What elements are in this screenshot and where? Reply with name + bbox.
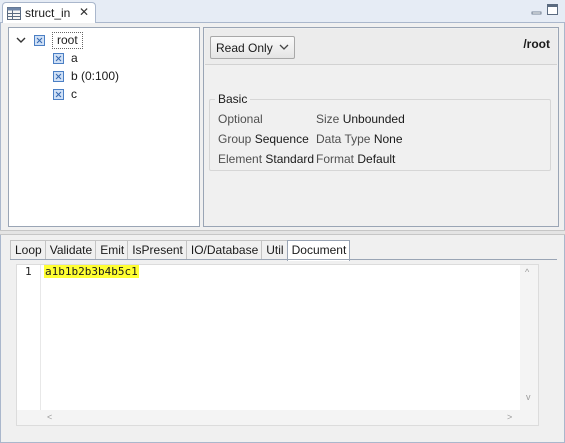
- tab-underline: [10, 259, 557, 260]
- editor-tab-struct-in[interactable]: struct_in ✕: [2, 2, 96, 24]
- bottom-tab-bar: Loop Validate Emit IsPresent IO/Database…: [10, 240, 351, 261]
- code-line-highlighted[interactable]: a1b1b2b3b4b5c1: [44, 265, 139, 278]
- property-row: Group Sequence Data Type None: [218, 132, 538, 148]
- vertical-scrollbar[interactable]: ^ v: [520, 265, 538, 410]
- table-editor-icon: [7, 7, 21, 20]
- document-editor[interactable]: [16, 264, 539, 426]
- mode-select-value: Read Only: [216, 41, 273, 55]
- tab-validate[interactable]: Validate: [44, 240, 97, 260]
- property-key: Format: [316, 152, 355, 166]
- property-key: Data Type: [316, 132, 371, 146]
- chevron-down-icon[interactable]: [16, 35, 26, 45]
- chevron-down-icon: [279, 44, 289, 50]
- checkbox-c[interactable]: [53, 89, 64, 100]
- scroll-left-icon[interactable]: <: [47, 412, 52, 422]
- property-key: Element: [218, 152, 263, 166]
- property-row: Optional Size Unbounded: [218, 112, 538, 128]
- tree-node-label: a: [71, 51, 78, 65]
- panel-splitter[interactable]: [0, 230, 565, 235]
- line-number-gutter: [17, 265, 41, 410]
- basic-group-title: Basic: [215, 92, 251, 106]
- line-number: 1: [25, 265, 32, 278]
- minimize-icon[interactable]: [531, 4, 542, 15]
- property-row: Element Standard Format Default: [218, 152, 538, 168]
- tree-node-c[interactable]: c: [13, 86, 193, 104]
- tree-node-b[interactable]: b (0:100): [13, 68, 193, 86]
- tab-document[interactable]: Document: [286, 240, 351, 261]
- horizontal-scrollbar[interactable]: < >: [17, 410, 520, 425]
- property-value: Standard: [265, 152, 315, 166]
- checkbox-a[interactable]: [53, 53, 64, 64]
- structure-tree: root a b (0:100) c: [8, 27, 200, 227]
- tree-node-label: root: [52, 32, 83, 49]
- tab-io-database[interactable]: IO/Database: [185, 240, 263, 260]
- scrollbar-corner: [520, 410, 538, 425]
- maximize-icon[interactable]: [547, 4, 558, 15]
- tab-loop[interactable]: Loop: [10, 240, 46, 260]
- property-key: Optional: [218, 112, 263, 126]
- tree-node-a[interactable]: a: [13, 50, 193, 68]
- scroll-down-icon[interactable]: v: [526, 392, 531, 402]
- property-value: None: [373, 132, 403, 146]
- tab-title: struct_in: [25, 6, 71, 20]
- property-key: Group: [218, 132, 252, 146]
- tree-node-label: b (0:100): [71, 69, 120, 83]
- tree-node-label: c: [71, 87, 77, 101]
- tab-emit[interactable]: Emit: [95, 240, 129, 260]
- scroll-up-icon[interactable]: ^: [525, 267, 529, 277]
- tab-ispresent[interactable]: IsPresent: [127, 240, 187, 260]
- property-key: Size: [316, 112, 340, 126]
- checkbox-root[interactable]: [34, 35, 45, 46]
- property-value: Default: [357, 152, 396, 166]
- checkbox-b[interactable]: [53, 71, 64, 82]
- property-value: Unbounded: [342, 112, 405, 126]
- node-path: /root: [523, 37, 550, 51]
- tree-node-root[interactable]: root: [13, 32, 193, 50]
- tab-util[interactable]: Util: [261, 240, 288, 260]
- mode-select[interactable]: Read Only: [210, 36, 295, 59]
- scroll-right-icon[interactable]: >: [507, 412, 512, 422]
- close-icon[interactable]: ✕: [79, 5, 89, 19]
- property-value: Sequence: [254, 132, 309, 146]
